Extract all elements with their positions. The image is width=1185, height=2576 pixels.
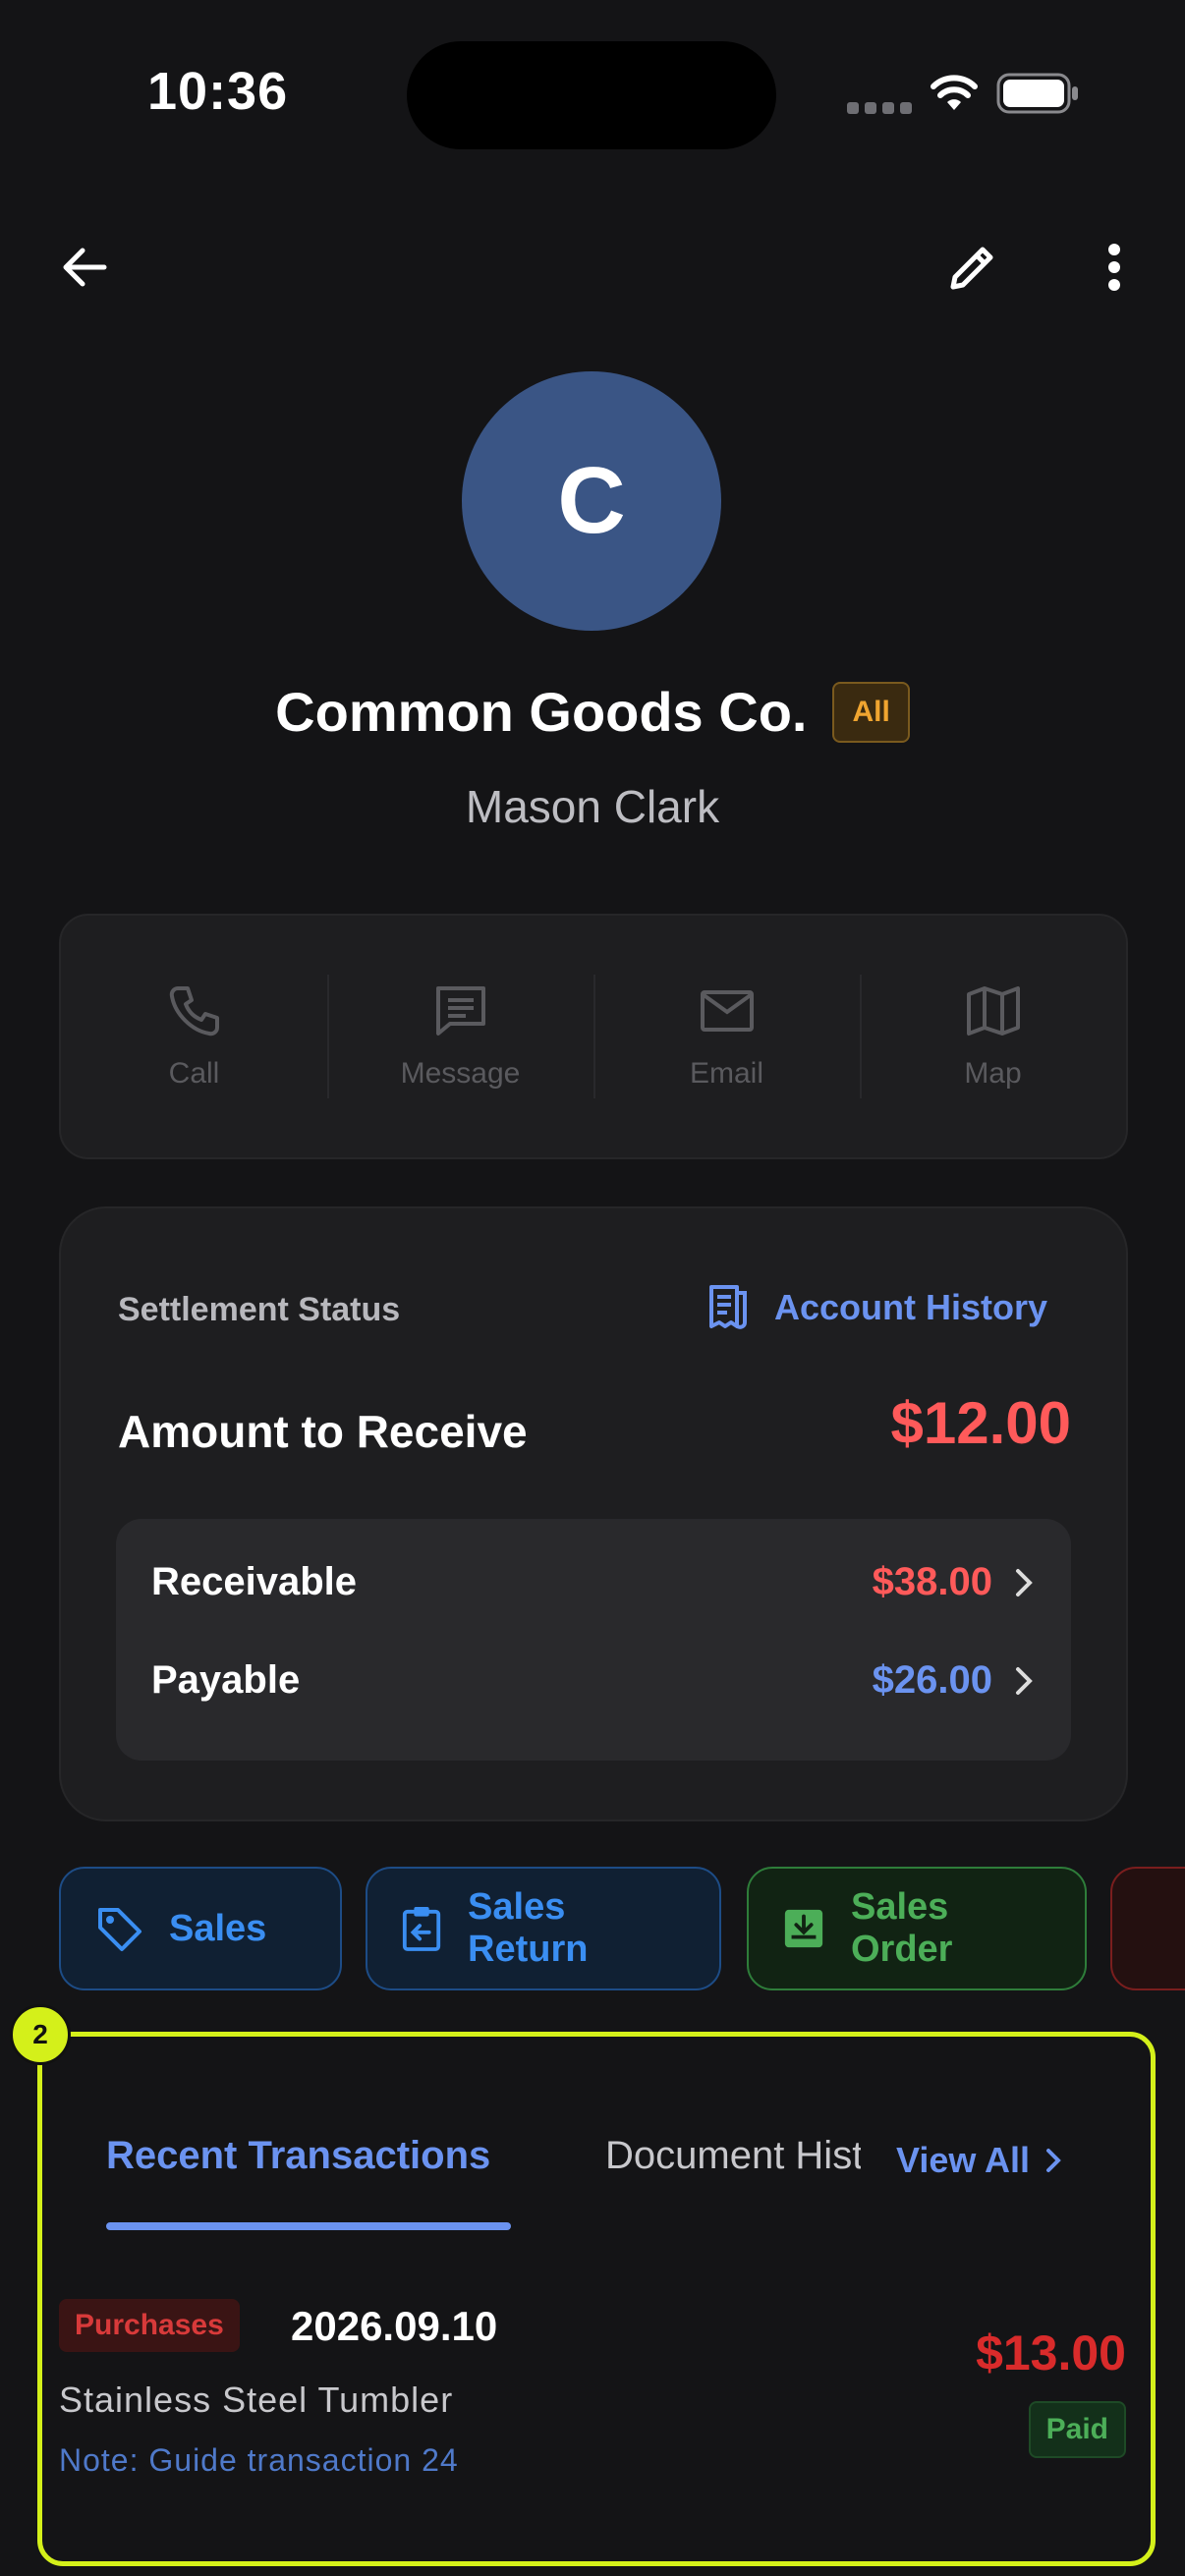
call-button[interactable]: Call [61, 916, 327, 1157]
sales-return-label: Sales Return [468, 1886, 589, 1970]
payable-value: $26.00 [872, 1658, 992, 1702]
amount-to-receive-label: Amount to Receive [118, 1406, 528, 1457]
view-all-link[interactable]: View All [896, 2140, 1063, 2181]
sales-chip[interactable]: Sales [59, 1867, 342, 1990]
arrow-left-icon [63, 248, 107, 287]
settlement-card: Settlement Status Account History Amount… [59, 1206, 1128, 1821]
message-icon [435, 986, 485, 1036]
receivable-label: Receivable [151, 1560, 358, 1603]
payable-label: Payable [151, 1658, 301, 1702]
group-tag: All [832, 681, 910, 743]
back-button[interactable] [45, 228, 124, 307]
edit-button[interactable] [933, 228, 1012, 307]
balance-breakdown: Receivable $38.00 Payable $26.00 [116, 1519, 1071, 1761]
avatar: C [462, 371, 721, 631]
email-label: Email [689, 1057, 763, 1090]
sales-return-chip[interactable]: Sales Return [366, 1867, 721, 1990]
receivable-row[interactable]: Receivable $38.00 [151, 1560, 1036, 1604]
signal-icon [847, 102, 912, 114]
payment-status-badge: Paid [1028, 2401, 1126, 2458]
contact-person: Mason Clark [465, 781, 720, 832]
return-icon [402, 1907, 441, 1951]
settlement-status-label: Settlement Status [118, 1291, 401, 1328]
map-label: Map [964, 1057, 1022, 1090]
quick-actions-card: Call Message Email Map [59, 914, 1128, 1159]
more-vertical-icon [1108, 244, 1120, 291]
map-button[interactable]: Map [860, 916, 1126, 1157]
download-box-icon [784, 1909, 823, 1948]
more-options-button[interactable] [1075, 228, 1154, 307]
receivable-value: $38.00 [872, 1560, 992, 1603]
message-button[interactable]: Message [327, 916, 593, 1157]
sales-label: Sales [169, 1907, 267, 1949]
next-chip-partial[interactable] [1110, 1867, 1185, 1990]
call-label: Call [168, 1057, 220, 1090]
transaction-date: 2026.09.10 [291, 2303, 498, 2349]
phone-icon [169, 986, 219, 1036]
email-icon [700, 990, 754, 1032]
dynamic-island [407, 41, 776, 149]
active-tab-indicator [106, 2222, 511, 2230]
transaction-note: Note: Guide transaction 24 [59, 2442, 459, 2478]
pencil-icon [950, 247, 993, 290]
tag-icon [98, 1908, 141, 1951]
message-label: Message [400, 1057, 521, 1090]
sales-order-chip[interactable]: Sales Order [747, 1867, 1087, 1990]
transaction-amount: $13.00 [976, 2325, 1126, 2380]
chevron-right-icon [1016, 1666, 1033, 1695]
company-name-row: Common Goods Co. All [0, 680, 1185, 744]
account-history-label: Account History [773, 1287, 1047, 1327]
wifi-icon [931, 75, 978, 110]
tab-recent-transactions[interactable]: Recent Transactions [106, 2134, 490, 2178]
receipt-icon [708, 1285, 747, 1329]
transaction-type-badge: Purchases [59, 2299, 240, 2352]
sales-order-label: Sales Order [850, 1886, 953, 1970]
transaction-item: Stainless Steel Tumbler [59, 2380, 454, 2420]
company-name: Common Goods Co. [275, 681, 808, 743]
status-time: 10:36 [147, 62, 289, 121]
account-history-link[interactable]: Account History [705, 1283, 1047, 1332]
email-button[interactable]: Email [593, 916, 860, 1157]
chevron-right-icon [1046, 2149, 1061, 2172]
tab-document-history[interactable]: Document History [605, 2134, 861, 2178]
chevron-right-icon [1016, 1568, 1033, 1596]
payable-row[interactable]: Payable $26.00 [151, 1658, 1036, 1703]
map-icon [966, 986, 1020, 1036]
view-all-label: View All [896, 2140, 1031, 2180]
amount-to-receive-value: $12.00 [890, 1390, 1071, 1456]
annotation-badge: 2 [10, 2004, 71, 2065]
battery-icon [996, 73, 1078, 114]
